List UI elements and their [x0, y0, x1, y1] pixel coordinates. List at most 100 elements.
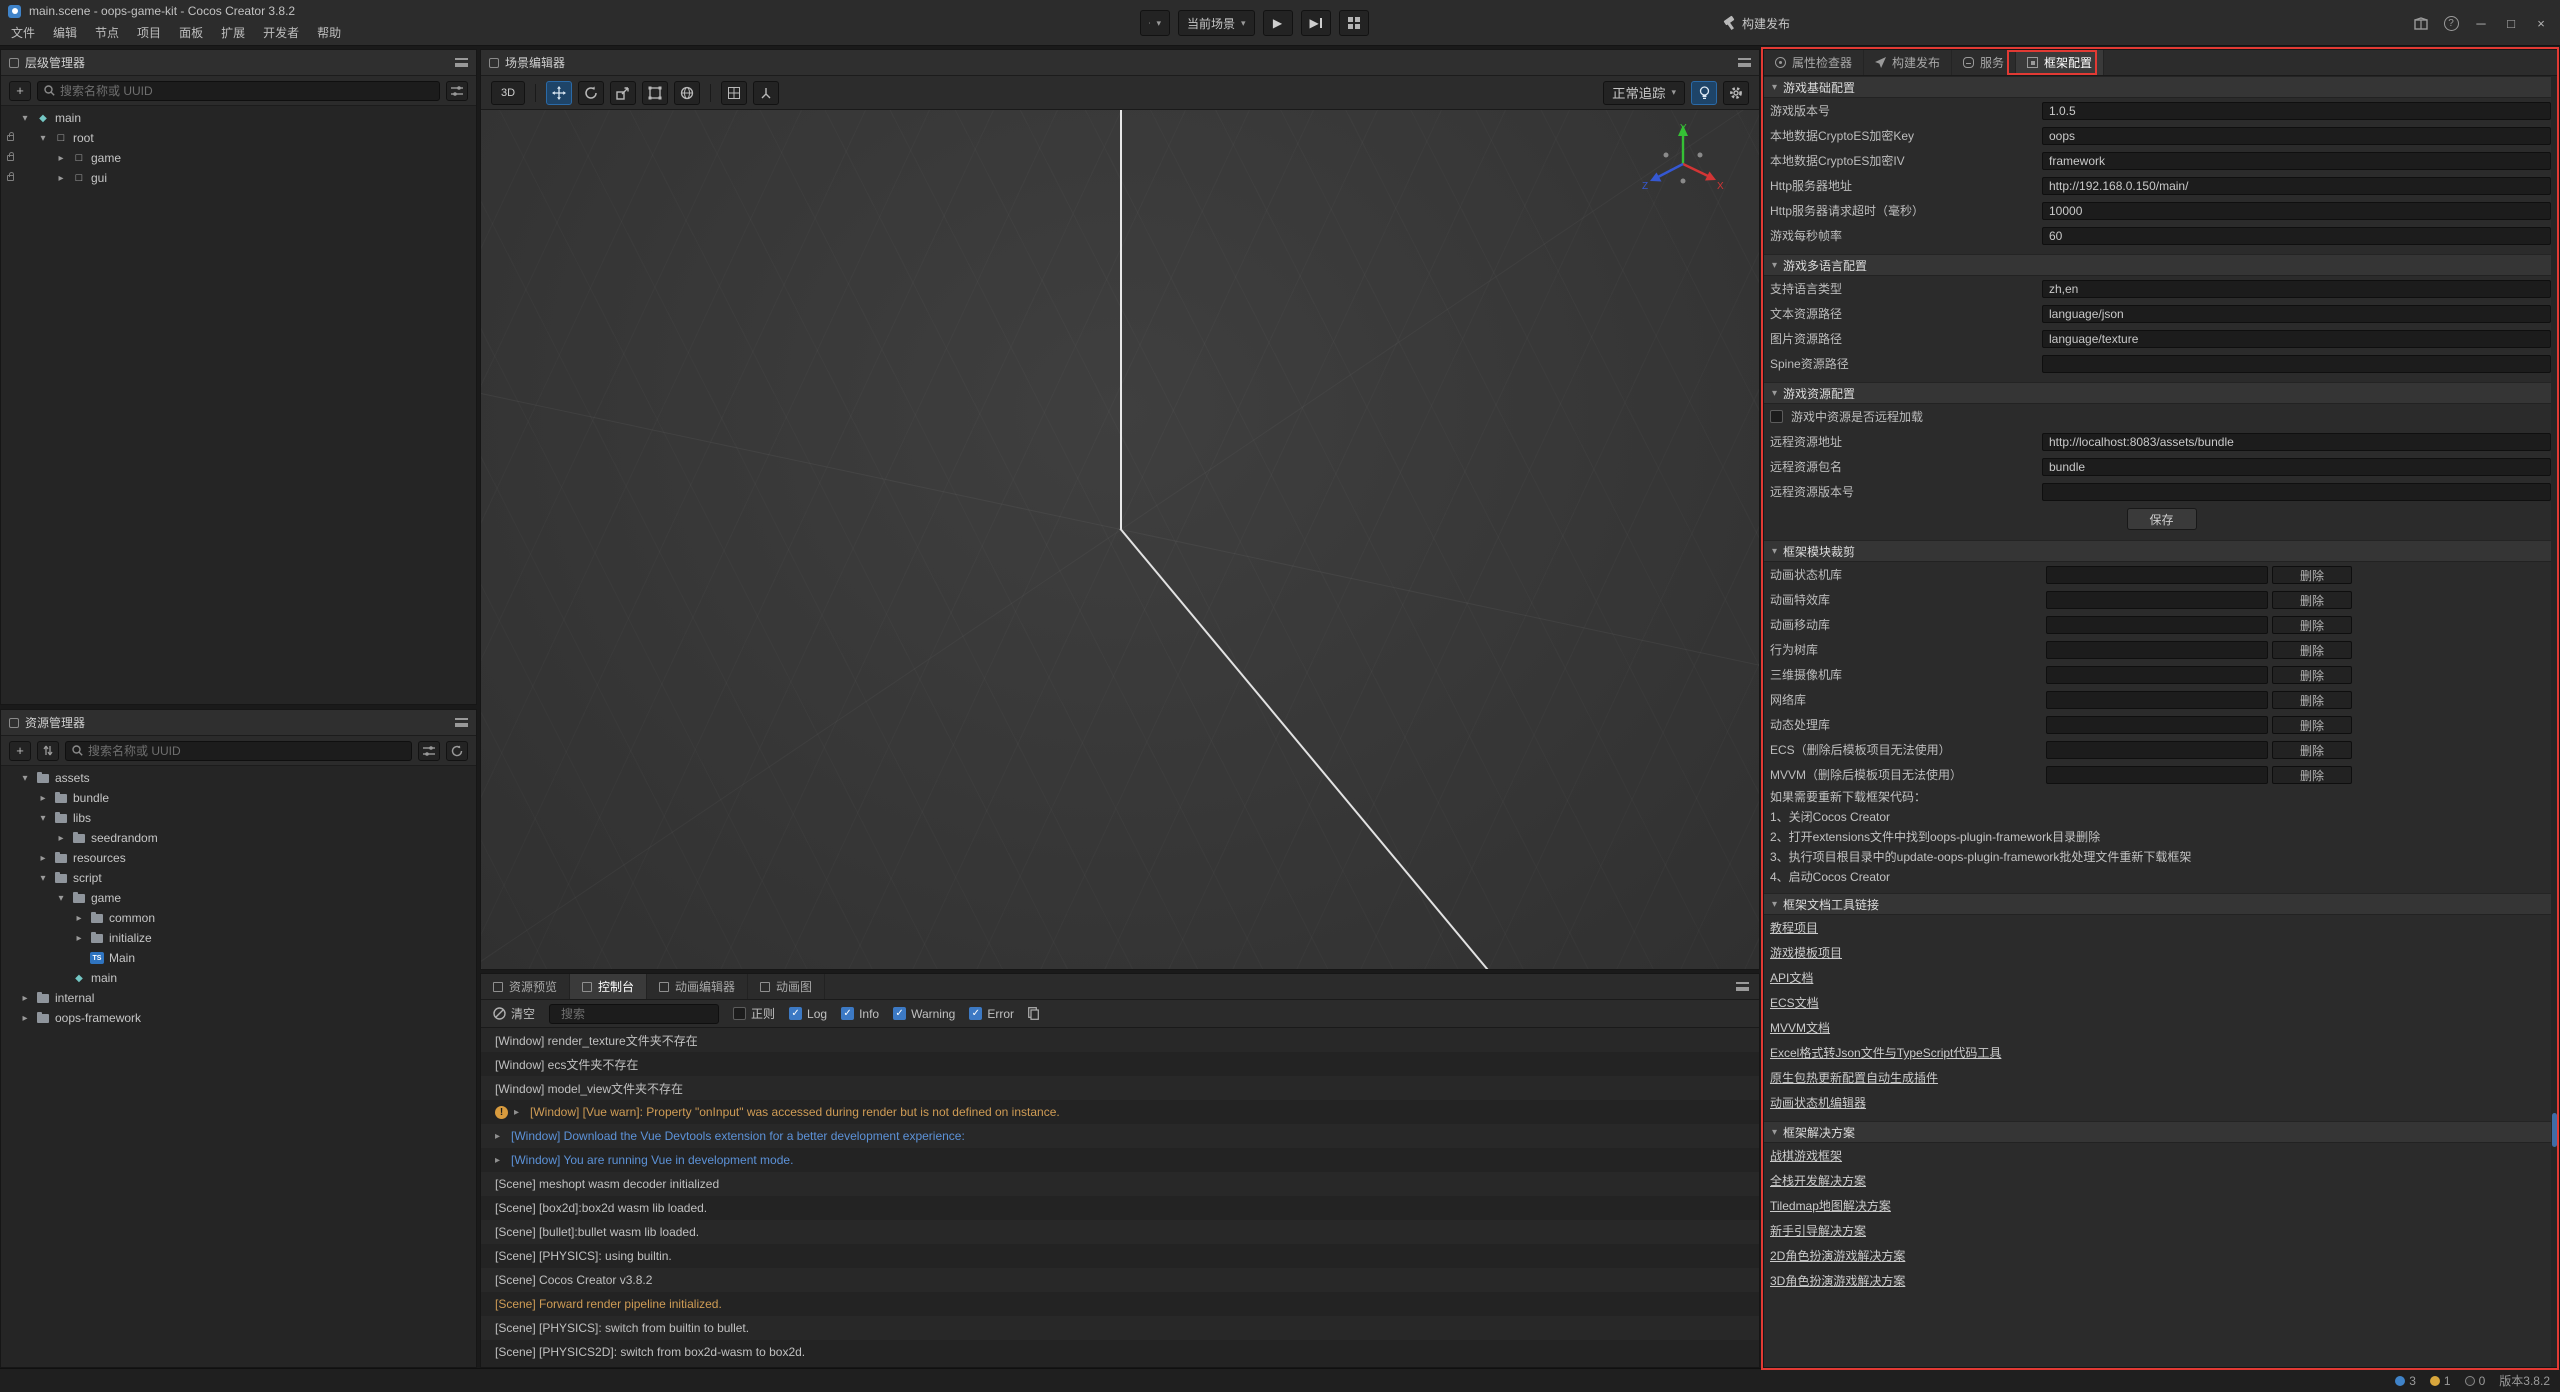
- doc-link[interactable]: 游戏模板项目: [1770, 944, 1842, 961]
- log-row[interactable]: ! [Scene] Cocos Creator v3.8.2: [481, 1268, 1759, 1292]
- inspector-tab[interactable]: 构建发布: [1864, 50, 1952, 75]
- config-value-input[interactable]: [2042, 458, 2551, 476]
- expand-arrow[interactable]: ▾: [37, 813, 49, 824]
- expand-arrow[interactable]: ▸: [37, 793, 49, 804]
- delete-module-button[interactable]: 删除: [2272, 641, 2352, 659]
- play-button[interactable]: ▶: [1263, 10, 1293, 36]
- move-tool-button[interactable]: [546, 81, 572, 105]
- log-row[interactable]: ! [Scene] [bullet]:bullet wasm lib loade…: [481, 1220, 1759, 1244]
- build-publish-button[interactable]: 构建发布: [1722, 15, 1790, 32]
- log-row[interactable]: ! [Scene] [PHYSICS]: using builtin.: [481, 1244, 1759, 1268]
- scene-viewport[interactable]: Y X Z: [481, 110, 1759, 969]
- config-value-input[interactable]: [2042, 280, 2551, 298]
- section-header-docs[interactable]: ▾ 框架文档工具链接: [1764, 893, 2559, 915]
- doc-link[interactable]: 动画状态机编辑器: [1770, 1094, 1866, 1111]
- log-expand-arrow[interactable]: [514, 1107, 524, 1118]
- expand-arrow[interactable]: ▸: [19, 1013, 31, 1024]
- scrollbar-track[interactable]: [2551, 76, 2558, 1367]
- section-header-solutions[interactable]: ▾ 框架解决方案: [1764, 1121, 2559, 1143]
- config-value-input[interactable]: [2042, 202, 2551, 220]
- solution-link[interactable]: 2D角色扮演游戏解决方案: [1770, 1247, 1905, 1264]
- log-row[interactable]: ! [Scene] meshopt wasm decoder initializ…: [481, 1172, 1759, 1196]
- doc-link[interactable]: ECS文档: [1770, 994, 1819, 1011]
- panel-menu-icon[interactable]: [1738, 58, 1751, 67]
- rotate-tool-button[interactable]: [578, 81, 604, 105]
- package-button[interactable]: [2408, 10, 2434, 36]
- asset-node[interactable]: ▸ common: [1, 908, 476, 928]
- scale-tool-button[interactable]: [610, 81, 636, 105]
- expand-arrow[interactable]: ▸: [55, 173, 67, 184]
- error-count-chip[interactable]: 0: [2465, 1374, 2486, 1388]
- solution-link[interactable]: 新手引导解决方案: [1770, 1222, 1866, 1239]
- clear-console-button[interactable]: 清空: [493, 1005, 535, 1022]
- asset-node[interactable]: ▾ libs: [1, 808, 476, 828]
- lock-icon[interactable]: [7, 175, 14, 181]
- checkbox[interactable]: [789, 1007, 802, 1020]
- log-row[interactable]: ! [Scene] [box2d]:box2d wasm lib loaded.: [481, 1196, 1759, 1220]
- console-tab[interactable]: 控制台: [570, 974, 647, 999]
- asset-node[interactable]: ▸ seedrandom: [1, 828, 476, 848]
- rect-tool-button[interactable]: [642, 81, 668, 105]
- expand-arrow[interactable]: ▾: [19, 773, 31, 784]
- config-value-input[interactable]: [2042, 330, 2551, 348]
- panel-menu-icon[interactable]: [455, 718, 468, 727]
- config-value-input[interactable]: [2042, 305, 2551, 323]
- menu-item[interactable]: 帮助: [308, 22, 350, 44]
- lock-icon[interactable]: [7, 135, 14, 141]
- expand-arrow[interactable]: ▾: [19, 113, 31, 124]
- hierarchy-node[interactable]: ▸ gui: [1, 168, 476, 188]
- snap-settings-button[interactable]: [721, 81, 747, 105]
- asset-node[interactable]: ▸ bundle: [1, 788, 476, 808]
- menu-item[interactable]: 面板: [170, 22, 212, 44]
- solution-link[interactable]: 全栈开发解决方案: [1770, 1172, 1866, 1189]
- expand-arrow[interactable]: ▸: [37, 853, 49, 864]
- doc-link[interactable]: API文档: [1770, 969, 1813, 986]
- config-value-input[interactable]: [2042, 102, 2551, 120]
- config-value-input[interactable]: [2042, 355, 2551, 373]
- add-asset-button[interactable]: +: [9, 741, 31, 761]
- asset-node[interactable]: ▸ internal: [1, 988, 476, 1008]
- config-value-input[interactable]: [2042, 433, 2551, 451]
- expand-arrow[interactable]: ▾: [37, 133, 49, 144]
- layout-button[interactable]: [1339, 10, 1369, 36]
- log-row[interactable]: ! [Scene] Forward render pipeline initia…: [481, 1292, 1759, 1316]
- log-row[interactable]: ! [Window] You are running Vue in develo…: [481, 1148, 1759, 1172]
- delete-module-button[interactable]: 删除: [2272, 566, 2352, 584]
- projection-3d-toggle[interactable]: 3D: [491, 81, 525, 105]
- close-button[interactable]: ×: [2528, 10, 2554, 36]
- inspector-tab[interactable]: 服务: [1952, 50, 2016, 75]
- log-filter[interactable]: Log: [789, 1007, 827, 1021]
- view-mode-dropdown[interactable]: 正常追踪 ▾: [1603, 81, 1685, 105]
- expand-arrow[interactable]: ▸: [73, 933, 85, 944]
- section-header-basic[interactable]: ▾ 游戏基础配置: [1764, 76, 2559, 98]
- hierarchy-filter-button[interactable]: [446, 81, 468, 101]
- checkbox[interactable]: [841, 1007, 854, 1020]
- hierarchy-node[interactable]: ▾ main: [1, 108, 476, 128]
- panel-menu-icon[interactable]: [1736, 982, 1749, 991]
- maximize-button[interactable]: □: [2498, 10, 2524, 36]
- checkbox[interactable]: [969, 1007, 982, 1020]
- assets-filter-button[interactable]: [418, 741, 440, 761]
- delete-module-button[interactable]: 删除: [2272, 766, 2352, 784]
- minimize-button[interactable]: ─: [2468, 10, 2494, 36]
- solution-link[interactable]: 3D角色扮演游戏解决方案: [1770, 1272, 1905, 1289]
- log-filter[interactable]: Warning: [893, 1007, 955, 1021]
- console-searchbox[interactable]: [549, 1004, 719, 1024]
- section-header-resources[interactable]: ▾ 游戏资源配置: [1764, 382, 2559, 404]
- delete-module-button[interactable]: 删除: [2272, 741, 2352, 759]
- section-header-modules[interactable]: ▾ 框架模块裁剪: [1764, 540, 2559, 562]
- expand-arrow[interactable]: ▾: [37, 873, 49, 884]
- inspector-tab[interactable]: 框架配置: [2016, 50, 2104, 75]
- asset-node[interactable]: ▾ assets: [1, 768, 476, 788]
- scene-light-toggle[interactable]: [1691, 81, 1717, 105]
- inspector-tab[interactable]: 属性检查器: [1764, 50, 1864, 75]
- scene-settings-button[interactable]: [1723, 81, 1749, 105]
- log-row[interactable]: ! [Window] render_texture文件夹不存在: [481, 1028, 1759, 1052]
- export-log-button[interactable]: [1028, 1007, 1039, 1020]
- console-tab[interactable]: 动画图: [748, 974, 825, 999]
- log-count-chip[interactable]: 3: [2395, 1374, 2416, 1388]
- assets-search-input[interactable]: [88, 744, 405, 758]
- log-row[interactable]: ! [Window] [Vue warn]: Property "onInput…: [481, 1100, 1759, 1124]
- asset-node[interactable]: main: [1, 968, 476, 988]
- log-row[interactable]: ! [Scene] [PHYSICS]: switch from builtin…: [481, 1316, 1759, 1340]
